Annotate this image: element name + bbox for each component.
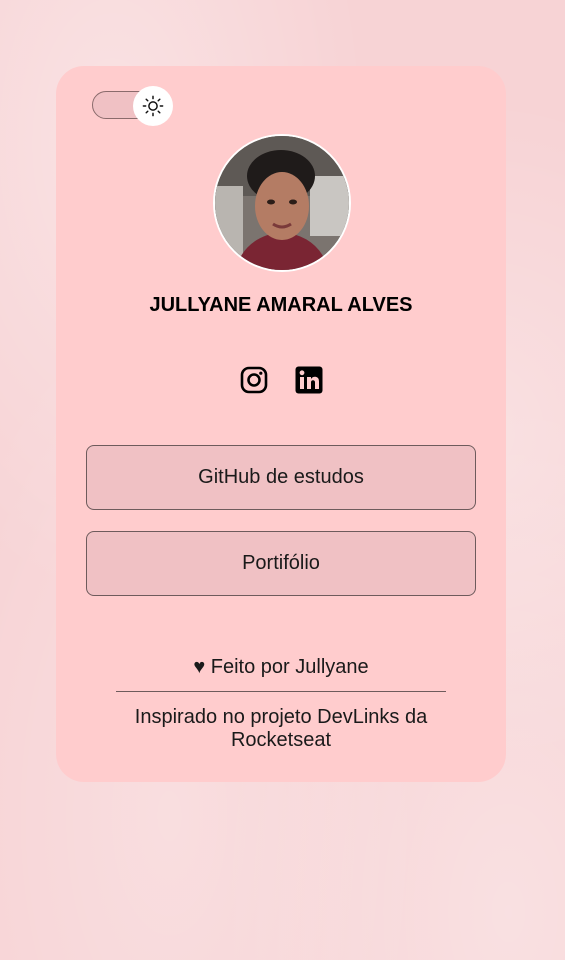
- theme-toggle[interactable]: [92, 86, 173, 126]
- profile-card: JULLYANE AMARAL ALVES GitHub de estudos …: [56, 66, 506, 782]
- toggle-knob[interactable]: [133, 86, 173, 126]
- footer-inspired: Inspirado no projeto DevLinks da Rockets…: [134, 706, 428, 751]
- footer-made-by: ♥ Feito por Jullyane: [193, 656, 369, 678]
- avatar-photo: [215, 136, 349, 270]
- avatar: [213, 134, 351, 272]
- instagram-icon[interactable]: [240, 366, 268, 394]
- sun-icon: [142, 95, 164, 117]
- profile-name: JULLYANE AMARAL ALVES: [149, 294, 413, 316]
- footer-divider: [116, 691, 446, 692]
- portfolio-link-button[interactable]: Portifólio: [86, 531, 476, 596]
- github-link-button[interactable]: GitHub de estudos: [86, 445, 476, 510]
- social-links: [56, 366, 506, 394]
- linkedin-icon[interactable]: [295, 366, 323, 394]
